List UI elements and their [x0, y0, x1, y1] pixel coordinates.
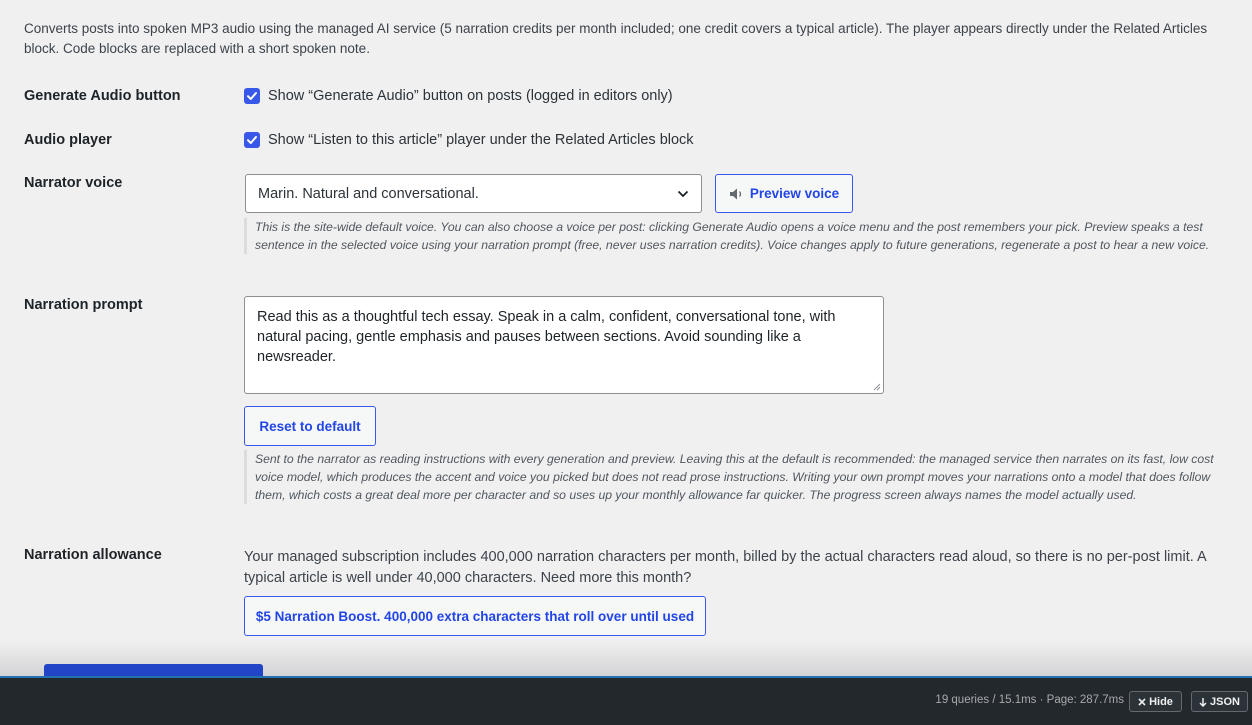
save-changes-button[interactable] [44, 664, 263, 676]
close-icon [1138, 697, 1146, 706]
hide-label: Hide [1149, 695, 1173, 708]
audio-player-label: Audio player [24, 132, 112, 148]
narrator-voice-select[interactable]: Marin. Natural and conversational. [245, 174, 702, 213]
narration-prompt-label: Narration prompt [24, 297, 143, 313]
narrator-voice-label: Narrator voice [24, 175, 123, 191]
narration-prompt-text: Read this as a thoughtful tech essay. Sp… [257, 309, 836, 365]
audio-player-toggle[interactable]: Show “Listen to this article” player und… [244, 132, 694, 148]
generate-audio-label: Generate Audio button [24, 88, 181, 104]
checkmark-icon [247, 92, 257, 100]
audio-player-checkbox[interactable] [244, 132, 260, 148]
preview-voice-label: Preview voice [749, 186, 840, 201]
narration-prompt-help: Sent to the narrator as reading instruct… [244, 450, 1224, 504]
json-label: JSON [1210, 695, 1240, 708]
chevron-down-icon [677, 190, 689, 197]
generate-audio-toggle[interactable]: Show “Generate Audio” button on posts (l… [244, 88, 673, 104]
narration-allowance-text: Your managed subscription includes 400,0… [244, 549, 1206, 586]
reset-to-default-button[interactable]: Reset to default [244, 406, 376, 446]
section-description: Converts posts into spoken MP3 audio usi… [24, 21, 1208, 56]
narration-allowance-label: Narration allowance [24, 547, 162, 563]
narrator-voice-help: This is the site-wide default voice. You… [244, 218, 1224, 254]
speaker-icon [729, 188, 741, 199]
checkmark-icon [247, 136, 257, 144]
audio-player-checkbox-label: Show “Listen to this article” player und… [268, 132, 694, 148]
preview-voice-button[interactable]: Preview voice [715, 174, 853, 213]
narration-boost-label: $5 Narration Boost. 400,000 extra charac… [255, 608, 695, 624]
narration-prompt-textarea[interactable]: Read this as a thoughtful tech essay. Sp… [244, 296, 884, 394]
generate-audio-checkbox-label: Show “Generate Audio” button on posts (l… [268, 88, 673, 104]
resize-handle-icon[interactable] [873, 383, 881, 391]
debug-toolbar: 19 queries / 15.1ms · Page: 287.7ms Hide… [0, 676, 1252, 725]
arrow-down-icon [1199, 697, 1207, 707]
hide-toolbar-button[interactable]: Hide [1129, 691, 1182, 712]
generate-audio-checkbox[interactable] [244, 88, 260, 104]
narrator-voice-selected: Marin. Natural and conversational. [258, 185, 479, 202]
reset-to-default-label: Reset to default [259, 418, 361, 434]
query-stats: 19 queries / 15.1ms · Page: 287.7ms [935, 694, 1124, 706]
json-button[interactable]: JSON [1191, 691, 1248, 712]
narration-boost-button[interactable]: $5 Narration Boost. 400,000 extra charac… [244, 596, 706, 636]
